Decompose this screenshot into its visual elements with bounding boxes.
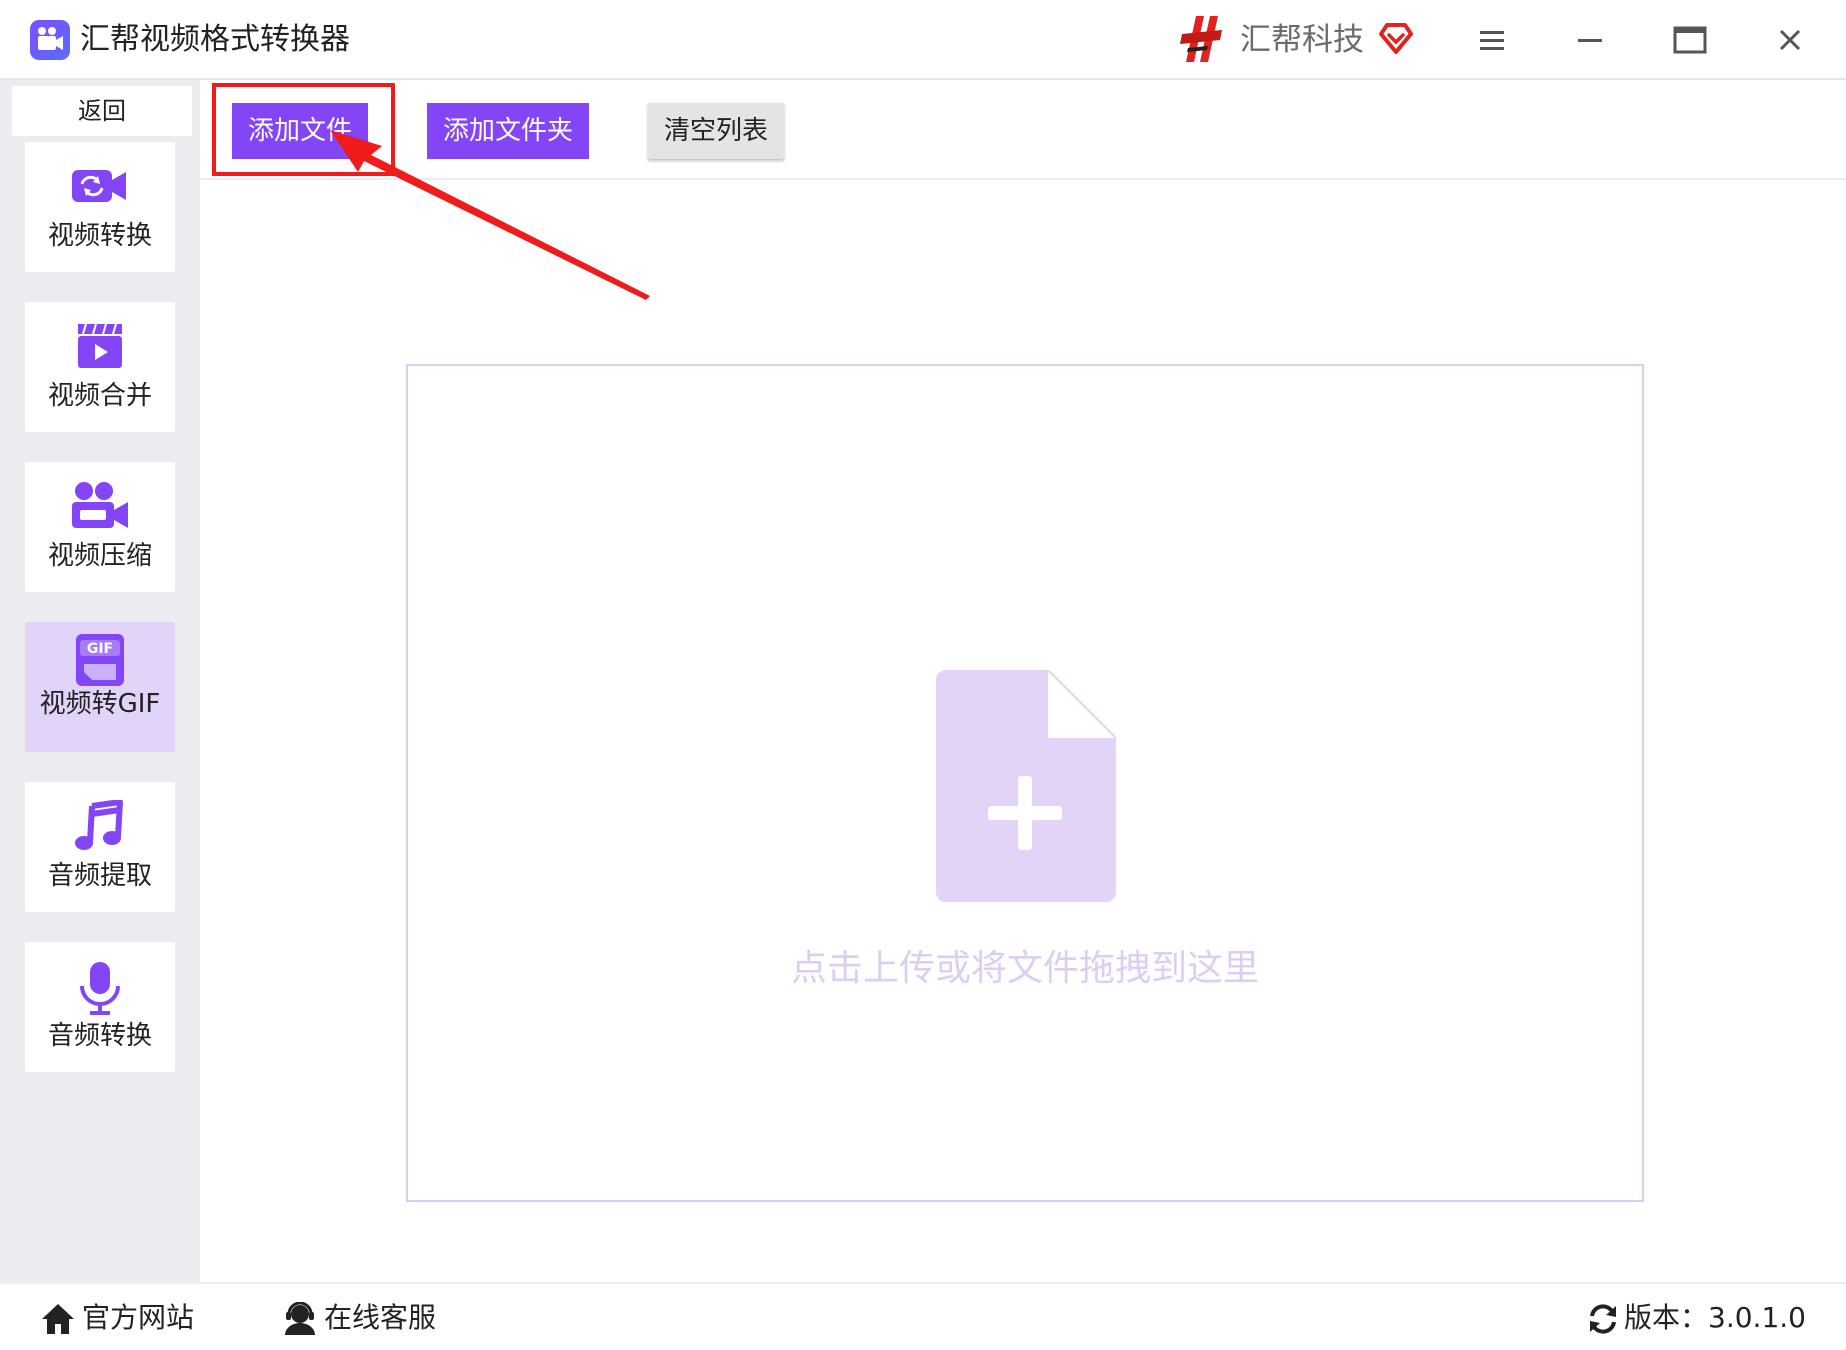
vip-diamond-icon[interactable]: [1378, 20, 1414, 56]
sidebar-item-audio-extract[interactable]: 音频提取: [25, 782, 175, 912]
home-icon: [42, 1304, 74, 1334]
maximize-icon[interactable]: [1668, 18, 1712, 62]
app-window: 汇帮视频格式转换器 汇帮科技 返回 视频转换 视频合并 视频压缩 GIF 视频转…: [0, 0, 1846, 1350]
version-label: 版本：3.0.1.0: [1624, 1301, 1806, 1334]
online-service-link[interactable]: 在线客服: [282, 1294, 436, 1342]
svg-text:GIF: GIF: [87, 641, 113, 657]
toolbar: 添加文件 添加文件夹 清空列表: [200, 80, 1846, 180]
official-website-link[interactable]: 官方网站: [40, 1294, 194, 1342]
sidebar-item-label: 视频转换: [47, 221, 152, 251]
customer-service-icon: [285, 1302, 315, 1335]
gif-icon: GIF: [70, 632, 130, 686]
sidebar-item-video-convert[interactable]: 视频转换: [25, 142, 175, 272]
title-bar: 汇帮视频格式转换器 汇帮科技: [0, 0, 1846, 80]
refresh-icon[interactable]: [1586, 1302, 1620, 1336]
sidebar-item-label: 视频转GIF: [39, 689, 161, 719]
close-icon[interactable]: [1768, 18, 1812, 62]
sidebar-item-audio-convert[interactable]: 音频转换: [25, 942, 175, 1072]
sidebar-item-label: 音频提取: [47, 861, 152, 891]
sidebar-item-label: 视频合并: [47, 381, 152, 411]
back-button[interactable]: 返回: [12, 86, 192, 136]
app-logo-icon: [30, 20, 70, 60]
online-service-label: 在线客服: [324, 1301, 437, 1334]
brand-logo-icon: [1178, 14, 1224, 64]
video-merge-icon: [70, 320, 130, 372]
sidebar-item-video-compress[interactable]: 视频压缩: [25, 462, 175, 592]
drop-hint-text: 点击上传或将文件拖拽到这里: [790, 948, 1259, 989]
microphone-icon: [70, 960, 130, 1015]
version-info: 版本：3.0.1.0: [1586, 1294, 1806, 1342]
brand-name: 汇帮科技: [1240, 22, 1364, 58]
file-drop-zone[interactable]: 点击上传或将文件拖拽到这里: [406, 364, 1644, 1202]
video-compress-icon: [70, 480, 130, 532]
official-website-label: 官方网站: [82, 1301, 195, 1334]
add-file-button[interactable]: 添加文件: [232, 103, 368, 159]
minimize-icon[interactable]: [1568, 18, 1612, 62]
sidebar-item-label: 视频压缩: [47, 541, 152, 571]
sidebar-item-label: 音频转换: [47, 1021, 152, 1051]
file-add-icon[interactable]: [936, 669, 1117, 902]
sidebar-item-video-to-gif[interactable]: GIF 视频转GIF: [25, 622, 175, 752]
status-bar: 官方网站 在线客服 版本：3.0.1.0: [0, 1282, 1846, 1350]
clear-list-button[interactable]: 清空列表: [648, 103, 784, 159]
add-folder-button[interactable]: 添加文件夹: [427, 103, 589, 159]
sidebar-item-video-merge[interactable]: 视频合并: [25, 302, 175, 432]
video-convert-icon: [70, 160, 130, 212]
sidebar: 返回 视频转换 视频合并 视频压缩 GIF 视频转GIF 音频提取 音频转换: [0, 80, 200, 1282]
app-title: 汇帮视频格式转换器: [80, 22, 350, 57]
menu-icon[interactable]: [1470, 18, 1514, 62]
music-note-icon: [70, 799, 130, 852]
